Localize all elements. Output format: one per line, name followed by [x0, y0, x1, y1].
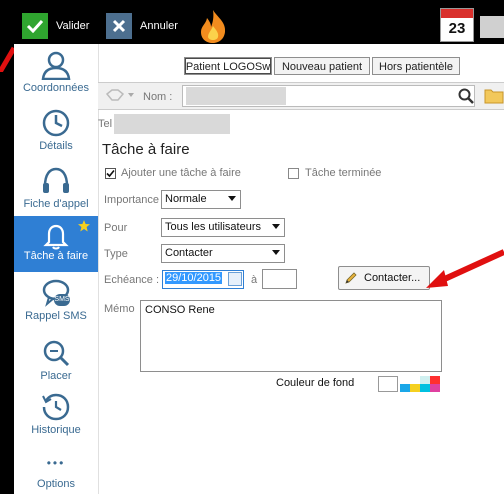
- calendar-day: 23: [448, 20, 466, 37]
- sidebar-item-label: Options: [37, 478, 75, 490]
- contact-button[interactable]: Contacter...: [338, 266, 430, 290]
- sidebar-item-label: Détails: [39, 140, 73, 152]
- type-label: Type: [104, 248, 128, 260]
- sidebar-item-placer[interactable]: Placer: [14, 338, 98, 390]
- due-date-value: 29/10/2015: [165, 272, 223, 284]
- sidebar-item-coordonnees[interactable]: Coordonnées: [14, 50, 98, 102]
- sidebar-item-rappel-sms[interactable]: SMS Rappel SMS: [14, 278, 98, 332]
- memo-label: Mémo: [104, 303, 135, 315]
- tel-label: Tel: [98, 118, 113, 130]
- tab-patient-logosw[interactable]: Patient LOGOSw: [184, 57, 272, 75]
- headset-icon: [43, 167, 69, 193]
- chevron-down-icon: [272, 250, 280, 255]
- chevron-down-icon: [272, 224, 280, 229]
- sidebar-item-label: Tâche à faire: [23, 250, 89, 262]
- type-select[interactable]: Contacter: [161, 244, 285, 263]
- cancel-button[interactable]: Annuler: [106, 13, 178, 39]
- importance-select[interactable]: Normale: [161, 190, 241, 209]
- bell-icon: [43, 224, 69, 250]
- pour-value: Tous les utilisateurs: [165, 221, 261, 233]
- sidebar-item-label: Placer: [40, 370, 72, 382]
- magnifier-icon: [43, 340, 70, 367]
- section-title: Tâche à faire: [102, 141, 190, 158]
- add-task-label: Ajouter une tâche à faire: [121, 167, 241, 179]
- type-value: Contacter: [165, 247, 213, 259]
- memo-value: CONSO Rene: [145, 304, 215, 316]
- pencil-icon: [345, 272, 357, 284]
- search-icon[interactable]: [458, 88, 474, 104]
- memo-textarea[interactable]: CONSO Rene: [140, 300, 442, 372]
- tab-hors-patientele[interactable]: Hors patientèle: [372, 57, 460, 75]
- sidebar-item-options[interactable]: ••• Options: [14, 456, 98, 494]
- sidebar-item-fiche-appel[interactable]: Fiche d'appel: [14, 166, 98, 218]
- folder-icon[interactable]: [484, 86, 504, 104]
- redacted-phone: [114, 114, 230, 134]
- validate-button[interactable]: Valider: [22, 13, 89, 39]
- sidebar-item-label: Historique: [31, 424, 81, 436]
- task-done-label: Tâche terminée: [305, 167, 382, 179]
- toolbar: Valider Annuler 23: [0, 0, 504, 44]
- dots-icon: •••: [46, 456, 66, 470]
- task-done-checkbox[interactable]: [288, 168, 299, 179]
- star-icon: [78, 220, 90, 232]
- at-label: à: [251, 274, 258, 286]
- sidebar-item-label: Fiche d'appel: [23, 198, 89, 210]
- pour-label: Pour: [104, 222, 128, 234]
- sms-badge: SMS: [54, 294, 70, 306]
- importance-value: Normale: [165, 193, 207, 205]
- chevron-down-icon[interactable]: [128, 93, 134, 97]
- sidebar-item-details[interactable]: Détails: [14, 108, 98, 160]
- calendar-picker-icon[interactable]: [228, 272, 242, 286]
- validate-label: Valider: [56, 20, 90, 32]
- due-label: Echéance :: [104, 274, 160, 286]
- bg-color-label: Couleur de fond: [276, 377, 355, 389]
- pour-select[interactable]: Tous les utilisateurs: [161, 218, 285, 237]
- name-label: Nom :: [143, 91, 173, 103]
- bg-color-swatch[interactable]: [378, 376, 398, 392]
- checkmark-icon: [22, 13, 48, 39]
- importance-label: Importance: [104, 194, 160, 206]
- cancel-label: Annuler: [140, 20, 178, 32]
- tab-nouveau-patient[interactable]: Nouveau patient: [274, 57, 370, 75]
- sidebar-item-label: Rappel SMS: [25, 310, 87, 322]
- person-icon: [41, 51, 71, 80]
- red-arrow-annotation: [426, 249, 504, 288]
- flame-icon[interactable]: [196, 8, 230, 47]
- calendar-icon[interactable]: 23: [440, 8, 474, 42]
- sidebar: Coordonnées Détails Fiche d'appel Tâche …: [14, 44, 99, 494]
- clock-icon: [42, 109, 70, 137]
- sidebar-item-label: Coordonnées: [22, 82, 90, 94]
- sidebar-item-tache[interactable]: Tâche à faire: [14, 216, 98, 272]
- handshake-icon[interactable]: [106, 88, 124, 102]
- sms-icon: SMS: [40, 278, 72, 308]
- contact-button-label: Contacter...: [364, 272, 421, 284]
- time-input[interactable]: [262, 269, 297, 289]
- history-icon: [42, 393, 70, 421]
- printer-icon[interactable]: [480, 16, 504, 38]
- red-arrow-annotation: [0, 46, 14, 72]
- sidebar-item-historique[interactable]: Historique: [14, 392, 98, 446]
- add-task-checkbox[interactable]: [105, 168, 116, 179]
- close-icon: [106, 13, 132, 39]
- color-palette-icon[interactable]: [400, 376, 444, 392]
- redacted-name: [186, 87, 286, 105]
- chevron-down-icon: [228, 196, 236, 201]
